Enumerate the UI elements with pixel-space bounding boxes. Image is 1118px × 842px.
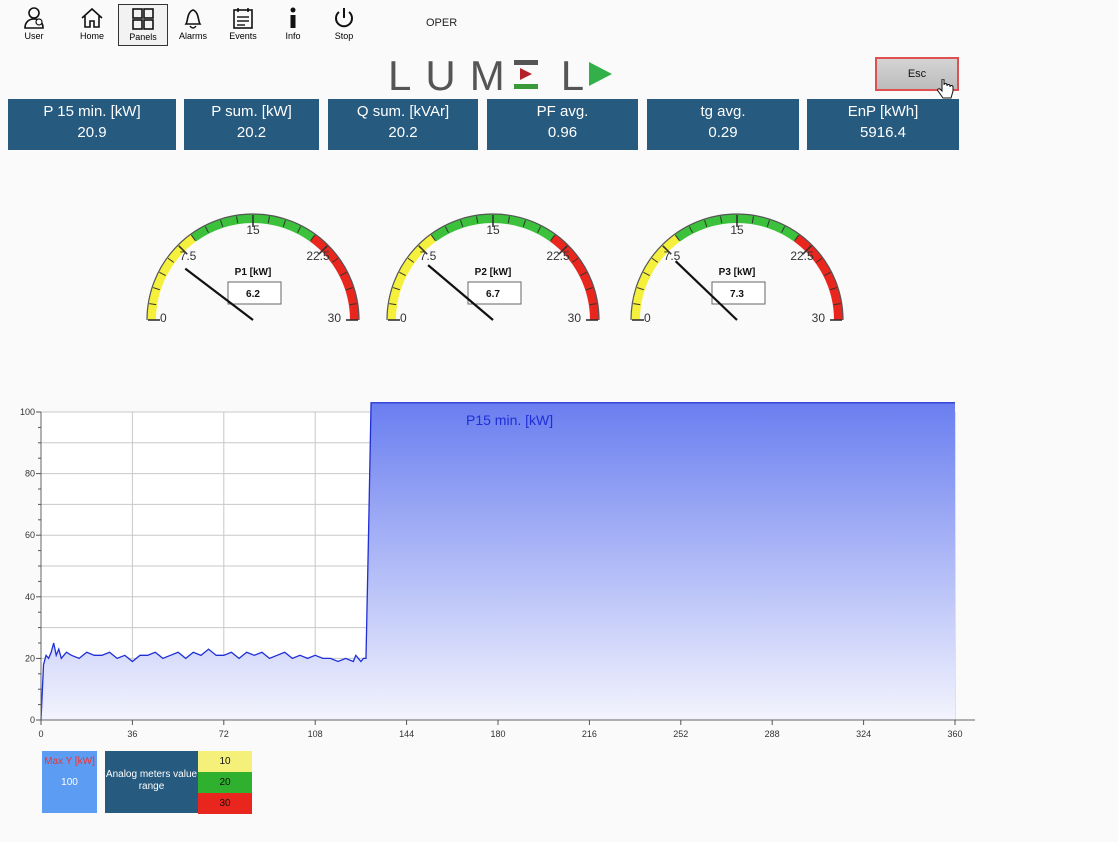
gauge-tick-label: 30	[568, 311, 582, 325]
gauge-title: P1 [kW]	[235, 267, 272, 278]
tile-label: P sum. [kW]	[211, 103, 292, 120]
tile-value: 20.2	[236, 124, 267, 141]
tile-label: P 15 min. [kW]	[43, 103, 141, 120]
gauge-p2: 0 7.5 15 22.5 30 P2 [kW] 6.7	[386, 213, 600, 325]
tile-p15: P 15 min. [kW] 20.9	[8, 99, 176, 150]
play-icon	[589, 62, 612, 86]
events-label: Events	[229, 31, 257, 41]
alarms-label: Alarms	[178, 31, 207, 41]
panels-button[interactable]: Panels	[118, 4, 168, 46]
gauge-tick-label: 22.5	[306, 249, 330, 263]
gauge-tick-label: 15	[246, 223, 260, 237]
gauge-title: P3 [kW]	[719, 267, 756, 278]
gauge-p3: 0 7.5 15 22.5 30 P3 [kW] 7.3	[630, 213, 844, 325]
x-tick-label: 108	[308, 729, 323, 739]
home-label: Home	[79, 31, 104, 41]
gauge-tick-label: 7.5	[664, 249, 681, 263]
toolbar: User Home Panels Alarms Events Info Stop…	[0, 0, 1118, 50]
mode-label: OPER	[426, 17, 458, 29]
y-tick-label: 0	[30, 715, 35, 725]
info-label: Info	[285, 31, 301, 41]
gauge-tick-label: 15	[486, 223, 500, 237]
x-tick-label: 288	[765, 729, 780, 739]
info-icon	[290, 7, 296, 28]
y-tick-label: 40	[25, 592, 35, 602]
user-icon	[24, 7, 44, 29]
tile-value: 20.9	[77, 124, 107, 141]
range-legend-label: Analog meters value range	[105, 751, 198, 813]
y-tick-label: 100	[20, 407, 35, 417]
gauge-tick-label: 0	[644, 311, 651, 325]
events-icon	[233, 8, 253, 29]
home-button[interactable]: Home	[68, 4, 116, 46]
range-legend-text: Analog meters value range	[105, 769, 198, 792]
tile-enp: EnP [kWh] 5916.4	[807, 99, 959, 150]
x-tick-label: 324	[856, 729, 871, 739]
x-tick-label: 180	[490, 729, 505, 739]
max-y-value: 100	[61, 777, 78, 788]
max-y-box: Max Y [kW] 100	[42, 751, 97, 813]
user-button[interactable]: User	[10, 4, 58, 46]
tile-tg-avg: tg avg. 0.29	[647, 99, 799, 150]
tile-q-sum: Q sum. [kVAr] 20.2	[328, 99, 478, 150]
gauge-tick-label: 30	[328, 311, 342, 325]
gauge-value: 6.2	[246, 289, 260, 300]
bell-icon	[184, 9, 202, 29]
power-icon	[335, 8, 353, 28]
gauge-tick-label: 15	[730, 223, 744, 237]
tile-label: Q sum. [kVAr]	[356, 103, 450, 120]
gauge-tick-label: 7.5	[420, 249, 437, 263]
gauge-tick-label: 0	[160, 311, 167, 325]
x-tick-label: 0	[38, 729, 43, 739]
panels-label: Panels	[129, 32, 157, 42]
home-icon	[81, 7, 103, 28]
tile-pf-avg: PF avg. 0.96	[487, 99, 638, 150]
logo-text: LUMEL	[388, 53, 598, 97]
max-y-label: Max Y [kW]	[44, 756, 95, 767]
tile-label: PF avg.	[536, 103, 589, 120]
gauge-tick-label: 22.5	[546, 249, 570, 263]
x-tick-label: 360	[947, 729, 962, 739]
gauge-title: P2 [kW]	[475, 267, 512, 278]
stop-button[interactable]: Stop	[320, 4, 368, 46]
tile-label: EnP [kWh]	[847, 103, 919, 120]
x-tick-label: 72	[219, 729, 229, 739]
tile-label: tg avg.	[700, 103, 746, 120]
y-tick-label: 60	[25, 530, 35, 540]
tile-value: 0.29	[708, 124, 738, 141]
y-tick-label: 80	[25, 469, 35, 479]
gauge-value: 6.7	[486, 289, 500, 300]
alarms-button[interactable]: Alarms	[169, 4, 217, 46]
x-tick-label: 216	[582, 729, 597, 739]
panels-icon	[132, 8, 154, 30]
range-yellow: 10	[198, 751, 252, 772]
stop-label: Stop	[334, 31, 354, 41]
hand-cursor-icon	[937, 79, 954, 99]
range-red: 30	[198, 793, 252, 814]
gauge-value: 7.3	[730, 289, 744, 300]
info-button[interactable]: Info	[269, 4, 317, 46]
y-tick-label: 20	[25, 653, 35, 663]
gauge-p1: 0 7.5 15 22.5 30 P1 [kW] 6.2	[146, 213, 360, 325]
tile-p-sum: P sum. [kW] 20.2	[184, 99, 319, 150]
user-label: User	[24, 31, 44, 41]
gauge-tick-label: 30	[812, 311, 826, 325]
tile-value: 5916.4	[860, 124, 906, 141]
x-tick-label: 144	[399, 729, 414, 739]
gauge-tick-label: 22.5	[790, 249, 814, 263]
series-label: P15 min. [kW]	[466, 412, 553, 428]
tile-value: 0.96	[547, 124, 578, 141]
gauge-tick-label: 7.5	[180, 249, 197, 263]
gauge-tick-label: 0	[400, 311, 407, 325]
x-tick-label: 36	[127, 729, 137, 739]
lumel-logo: LUMEL	[388, 53, 612, 97]
range-green: 20	[198, 772, 252, 793]
tile-value: 20.2	[388, 124, 418, 141]
events-button[interactable]: Events	[219, 4, 267, 46]
power-trend-chart: 0 20 40 60 80 100 0 36 72 108 144 180 216 252 288 324 36…	[20, 402, 975, 739]
x-tick-label: 252	[673, 729, 688, 739]
